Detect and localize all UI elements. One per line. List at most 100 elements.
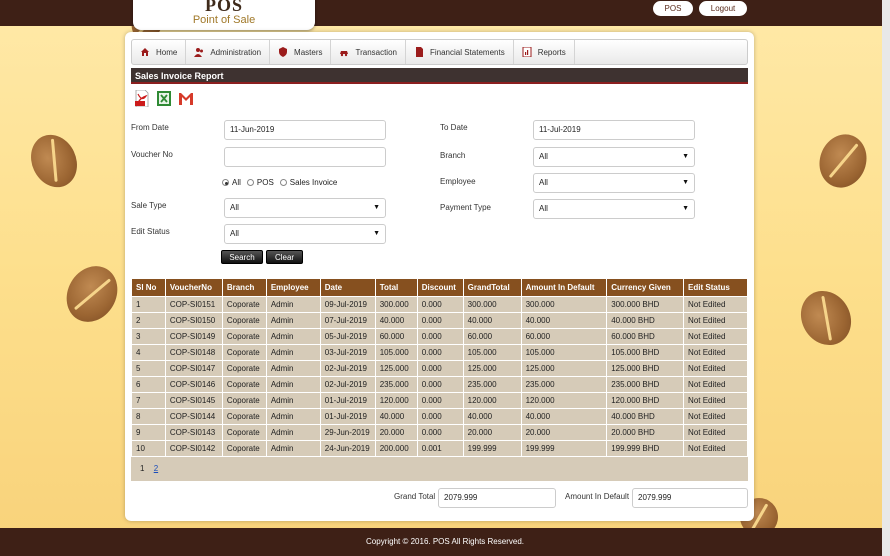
table-row[interactable]: 6 COP-SI0146 Coporate Admin 02-Jul-2019 235.0… bbox=[131, 376, 748, 393]
table-cell: 01-Jul-2019 bbox=[319, 408, 376, 425]
table-cell: Not Edited bbox=[683, 376, 748, 393]
footer: Copyright © 2016. POS All Rights Reserve… bbox=[0, 528, 890, 556]
logo-text: POS bbox=[204, 0, 243, 15]
table-cell: Coporate bbox=[221, 440, 267, 457]
nav-item-administration[interactable]: Administration bbox=[186, 40, 271, 64]
table-row[interactable]: 5 COP-SI0147 Coporate Admin 02-Jul-2019 125.0… bbox=[131, 360, 748, 377]
table-cell: 0.000 bbox=[416, 376, 464, 393]
table-cell: 60.000 bbox=[520, 328, 608, 345]
table-cell: Admin bbox=[265, 392, 321, 409]
table-row[interactable]: 7 COP-SI0145 Coporate Admin 01-Jul-2019 120.0… bbox=[131, 392, 748, 409]
radio-pos[interactable] bbox=[246, 179, 254, 186]
table-cell: Admin bbox=[265, 312, 321, 329]
nav-item-home[interactable]: Home bbox=[132, 40, 187, 64]
nav-item-reports[interactable]: Reports bbox=[514, 40, 575, 64]
employee-value: All bbox=[539, 178, 548, 187]
home-icon bbox=[141, 48, 149, 56]
payment-type-select[interactable]: All ▼ bbox=[533, 199, 695, 219]
table-cell: 199.999 bbox=[520, 440, 608, 457]
table-row[interactable]: 9 COP-SI0143 Coporate Admin 29-Jun-2019 20.00… bbox=[131, 424, 748, 441]
table-cell: Coporate bbox=[221, 392, 267, 409]
table-cell: 02-Jul-2019 bbox=[319, 360, 376, 377]
sale-type-select[interactable]: All ▼ bbox=[224, 198, 386, 218]
radio-sales-invoice[interactable] bbox=[279, 179, 287, 186]
search-button[interactable]: Search bbox=[221, 250, 263, 264]
logout-button[interactable]: Logout bbox=[699, 1, 747, 16]
page-2-link[interactable]: 2 bbox=[154, 464, 158, 473]
table-cell: 1 bbox=[131, 296, 166, 313]
table-cell: 0.000 bbox=[416, 392, 464, 409]
table-cell: 4 bbox=[131, 344, 166, 361]
table-cell: COP-SI0146 bbox=[164, 376, 223, 393]
table-cell: 120.000 bbox=[520, 392, 608, 409]
nav-item-transaction[interactable]: Transaction bbox=[331, 40, 406, 64]
table-cell: Admin bbox=[265, 360, 321, 377]
document-icon bbox=[415, 47, 423, 57]
radio-all[interactable] bbox=[222, 179, 229, 186]
table-cell: COP-SI0147 bbox=[164, 360, 223, 377]
nav-item-label: Financial Statements bbox=[429, 47, 505, 57]
branch-select[interactable]: All ▼ bbox=[533, 147, 695, 167]
table-row[interactable]: 4 COP-SI0148 Coporate Admin 03-Jul-2019 105.0… bbox=[131, 344, 748, 361]
column-header: GrandTotal bbox=[462, 278, 522, 297]
excel-export-icon[interactable] bbox=[156, 90, 172, 107]
table-row[interactable]: 8 COP-SI0144 Coporate Admin 01-Jul-2019 40.00… bbox=[131, 408, 748, 425]
table-cell: 60.000 bbox=[462, 328, 522, 345]
employee-select[interactable]: All ▼ bbox=[533, 173, 695, 193]
pdf-export-icon[interactable] bbox=[134, 90, 150, 107]
radio-all-label: All bbox=[232, 178, 241, 187]
table-cell: COP-SI0145 bbox=[164, 392, 223, 409]
logo-subtitle: Point of Sale bbox=[192, 14, 256, 26]
nav-item-financial-statements[interactable]: Financial Statements bbox=[406, 40, 514, 64]
table-cell: 20.000 BHD bbox=[606, 424, 685, 441]
amount-default-field[interactable]: 2079.999 bbox=[632, 488, 748, 508]
table-row[interactable]: 3 COP-SI0149 Coporate Admin 05-Jul-2019 60.00… bbox=[131, 328, 748, 345]
table-cell: COP-SI0143 bbox=[164, 424, 223, 441]
table-cell: Not Edited bbox=[683, 328, 748, 345]
radio-sales-invoice-label: Sales Invoice bbox=[289, 178, 338, 187]
chevron-down-icon: ▼ bbox=[682, 205, 689, 212]
clear-button[interactable]: Clear bbox=[266, 250, 303, 264]
table-cell: 105.000 BHD bbox=[606, 344, 685, 361]
payment-type-value: All bbox=[539, 204, 548, 213]
to-date-input[interactable]: 11-Jul-2019 bbox=[533, 120, 695, 140]
column-header: Edit Status bbox=[683, 278, 748, 297]
table-cell: Coporate bbox=[221, 328, 267, 345]
column-header: Employee bbox=[265, 278, 321, 297]
gmail-export-icon[interactable] bbox=[178, 90, 194, 107]
table-cell: 125.000 BHD bbox=[606, 360, 685, 377]
edit-status-select[interactable]: All ▼ bbox=[224, 224, 386, 244]
amount-default-label: Amount In Default bbox=[565, 492, 630, 501]
employee-label: Employee bbox=[440, 177, 476, 186]
table-cell: 0.001 bbox=[416, 440, 464, 457]
table-cell: 0.000 bbox=[416, 328, 464, 345]
scrollbar[interactable] bbox=[882, 0, 890, 556]
table-cell: 125.000 bbox=[374, 360, 418, 377]
grand-total-field[interactable]: 2079.999 bbox=[438, 488, 556, 508]
edit-status-label: Edit Status bbox=[131, 227, 170, 236]
shield-icon bbox=[279, 47, 288, 57]
table-cell: Admin bbox=[265, 328, 321, 345]
table-cell: 235.000 BHD bbox=[606, 376, 685, 393]
table-cell: Not Edited bbox=[683, 408, 748, 425]
table-cell: Admin bbox=[265, 296, 321, 313]
copyright-text: Copyright © 2016. POS All Rights Reserve… bbox=[366, 537, 524, 546]
nav-item-masters[interactable]: Masters bbox=[270, 40, 332, 64]
table-cell: Coporate bbox=[221, 296, 267, 313]
table-row[interactable]: 2 COP-SI0150 Coporate Admin 07-Jul-2019 40.00… bbox=[131, 312, 748, 329]
voucher-no-input[interactable] bbox=[224, 147, 386, 167]
table-cell: 0.000 bbox=[416, 312, 464, 329]
table-cell: 105.000 bbox=[462, 344, 522, 361]
pos-button[interactable]: POS bbox=[653, 1, 693, 16]
from-date-input[interactable]: 11-Jun-2019 bbox=[224, 120, 386, 140]
table-row[interactable]: 10 COP-SI0142 Coporate Admin 24-Jun-2019 200.… bbox=[131, 440, 748, 457]
table-body: 1 COP-SI0151 Coporate Admin 09-Jul-2019 300.0… bbox=[131, 296, 748, 457]
table-cell: 10 bbox=[131, 440, 166, 457]
radio-pos-label: POS bbox=[256, 178, 274, 187]
page-1-current: 1 bbox=[140, 464, 145, 473]
table-row[interactable]: 1 COP-SI0151 Coporate Admin 09-Jul-2019 300.0… bbox=[131, 296, 748, 313]
table-cell: Admin bbox=[265, 440, 321, 457]
app-logo[interactable]: POS Point of Sale bbox=[133, 0, 315, 30]
table-cell: Not Edited bbox=[683, 440, 748, 457]
payment-type-label: Payment Type bbox=[440, 203, 491, 212]
